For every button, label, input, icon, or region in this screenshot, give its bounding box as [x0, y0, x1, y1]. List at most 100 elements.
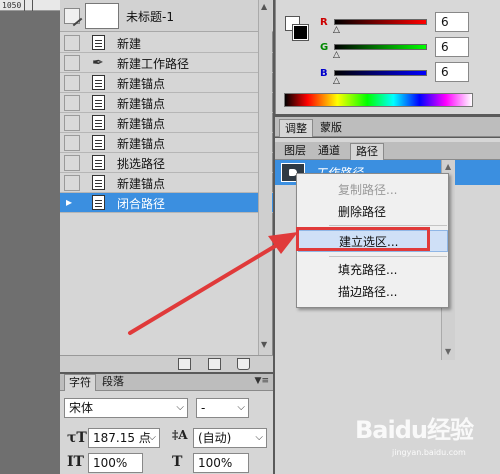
- color-panel: R △ 6 G △ 6 B △ 6: [275, 0, 500, 114]
- document-icon: [92, 35, 108, 51]
- menu-item-fill-path[interactable]: 填充路径...: [298, 259, 448, 281]
- horizontal-scale-field[interactable]: 100%: [193, 453, 249, 473]
- menu-item-stroke-path[interactable]: 描边路径...: [298, 281, 448, 303]
- history-panel: 未标题-1 新建 ✒ 新建工作路径 新建锚点 新建锚点 新建锚点 新建锚点 挑选…: [60, 0, 273, 372]
- ruler-value: 1050: [2, 1, 22, 10]
- chevron-down-icon: ⌵: [176, 402, 184, 413]
- history-state-marker[interactable]: ▸: [64, 195, 80, 211]
- menu-separator: [329, 256, 447, 257]
- history-source-checkbox[interactable]: [64, 155, 80, 171]
- new-document-button[interactable]: [178, 358, 191, 370]
- history-item[interactable]: 挑选路径: [60, 153, 273, 173]
- history-source-checkbox[interactable]: [64, 75, 80, 91]
- scroll-down-icon[interactable]: ▼: [445, 347, 451, 356]
- trash-icon[interactable]: [237, 358, 250, 370]
- tab-adjustments[interactable]: 调整: [279, 119, 313, 137]
- vertical-scale-value: 100%: [93, 456, 128, 470]
- history-source-checkbox[interactable]: [64, 35, 80, 51]
- color-spectrum-bar[interactable]: [284, 93, 473, 107]
- history-item[interactable]: 新建锚点: [60, 133, 273, 153]
- vertical-scale-icon: IT: [67, 454, 84, 470]
- history-item-label: 新建: [117, 37, 142, 51]
- font-family-select[interactable]: 宋体 ⌵: [64, 398, 188, 418]
- history-item-label: 新建锚点: [117, 97, 166, 111]
- ruler: 1050: [0, 0, 60, 11]
- snapshot-source-checkbox[interactable]: [64, 8, 83, 27]
- history-scrollbar[interactable]: ▲ ▼: [258, 0, 272, 355]
- history-source-checkbox[interactable]: [64, 55, 80, 71]
- ruler-tick: [24, 0, 25, 11]
- history-item[interactable]: 新建锚点: [60, 93, 273, 113]
- history-item[interactable]: 新建锚点: [60, 173, 273, 193]
- history-source-checkbox[interactable]: [64, 115, 80, 131]
- scroll-down-icon[interactable]: ▼: [261, 340, 267, 349]
- menu-item-duplicate-path[interactable]: 复制路径...: [298, 179, 448, 201]
- history-item-label: 挑选路径: [117, 157, 166, 171]
- tab-layers[interactable]: 图层: [279, 143, 311, 160]
- adjustments-tabbar: 调整 蒙版: [275, 117, 500, 137]
- background-color-swatch[interactable]: [292, 24, 309, 41]
- snapshot-thumbnail: [85, 3, 119, 29]
- slider-thumb-icon[interactable]: △: [333, 76, 340, 86]
- green-value: 6: [441, 40, 449, 54]
- layers-tabbar: 图层 通道 路径: [275, 142, 500, 160]
- tab-channels[interactable]: 通道: [313, 143, 345, 160]
- panel-menu-icon[interactable]: ▼≡: [255, 376, 269, 386]
- menu-item-delete-path[interactable]: 删除路径: [298, 201, 448, 223]
- tab-character[interactable]: 字符: [64, 374, 96, 391]
- baidu-watermark-logo: Baidu经验: [355, 416, 474, 444]
- tab-paths[interactable]: 路径: [350, 143, 384, 160]
- tab-masks[interactable]: 蒙版: [315, 119, 347, 137]
- font-family-value: 宋体: [69, 401, 94, 415]
- font-style-select[interactable]: - ⌵: [196, 398, 249, 418]
- font-size-field[interactable]: 187.15 点 ⌵: [88, 428, 160, 448]
- watermark-url: jingyan.baidu.com: [392, 448, 466, 457]
- leading-field[interactable]: (自动) ⌵: [193, 428, 267, 448]
- leading-value: (自动): [198, 431, 232, 445]
- history-source-checkbox[interactable]: [64, 95, 80, 111]
- new-snapshot-button[interactable]: [208, 358, 221, 370]
- font-size-value: 187.15 点: [93, 431, 151, 445]
- chevron-down-icon: ⌵: [255, 432, 263, 443]
- vertical-scale-field[interactable]: 100%: [88, 453, 143, 473]
- snapshot-label: 未标题-1: [126, 10, 174, 24]
- history-item[interactable]: 新建锚点: [60, 73, 273, 93]
- tab-paragraph[interactable]: 段落: [98, 374, 128, 391]
- history-item-selected[interactable]: ▸ 闭合路径: [60, 193, 273, 213]
- chevron-down-icon: ⌵: [148, 432, 156, 443]
- slider-thumb-icon[interactable]: △: [333, 25, 340, 35]
- scroll-up-icon[interactable]: ▲: [445, 162, 451, 171]
- ruler-tick: [32, 0, 33, 11]
- channel-label: B: [320, 68, 328, 79]
- history-item[interactable]: ✒ 新建工作路径: [60, 53, 273, 73]
- scroll-up-icon[interactable]: ▲: [261, 2, 267, 11]
- red-slider[interactable]: [334, 19, 427, 25]
- history-item-label: 闭合路径: [117, 197, 166, 211]
- red-value-field[interactable]: 6: [435, 12, 469, 32]
- history-source-checkbox[interactable]: [64, 175, 80, 191]
- menu-separator: [329, 225, 447, 226]
- green-value-field[interactable]: 6: [435, 37, 469, 57]
- history-item-label: 新建锚点: [117, 77, 166, 91]
- leading-icon: ‡A: [172, 428, 188, 442]
- history-item-label: 新建工作路径: [117, 57, 190, 71]
- pen-icon: ✒: [92, 55, 104, 71]
- horizontal-scale-icon: T: [172, 454, 183, 470]
- blue-value-field[interactable]: 6: [435, 62, 469, 82]
- history-item-label: 新建锚点: [117, 137, 166, 151]
- history-item[interactable]: 新建锚点: [60, 113, 273, 133]
- font-size-icon: τT: [67, 430, 87, 446]
- document-icon: [92, 115, 108, 131]
- history-item[interactable]: 新建: [60, 33, 273, 53]
- document-icon: [92, 75, 108, 91]
- document-icon: [92, 175, 108, 191]
- slider-thumb-icon[interactable]: △: [333, 50, 340, 60]
- blue-slider[interactable]: [334, 70, 427, 76]
- font-style-value: -: [201, 401, 206, 415]
- history-source-checkbox[interactable]: [64, 135, 80, 151]
- brush-icon: [72, 17, 83, 27]
- history-footer: [60, 355, 273, 372]
- history-item-label: 新建锚点: [117, 177, 166, 191]
- green-slider[interactable]: [334, 44, 427, 50]
- history-snapshot[interactable]: 未标题-1: [60, 0, 273, 32]
